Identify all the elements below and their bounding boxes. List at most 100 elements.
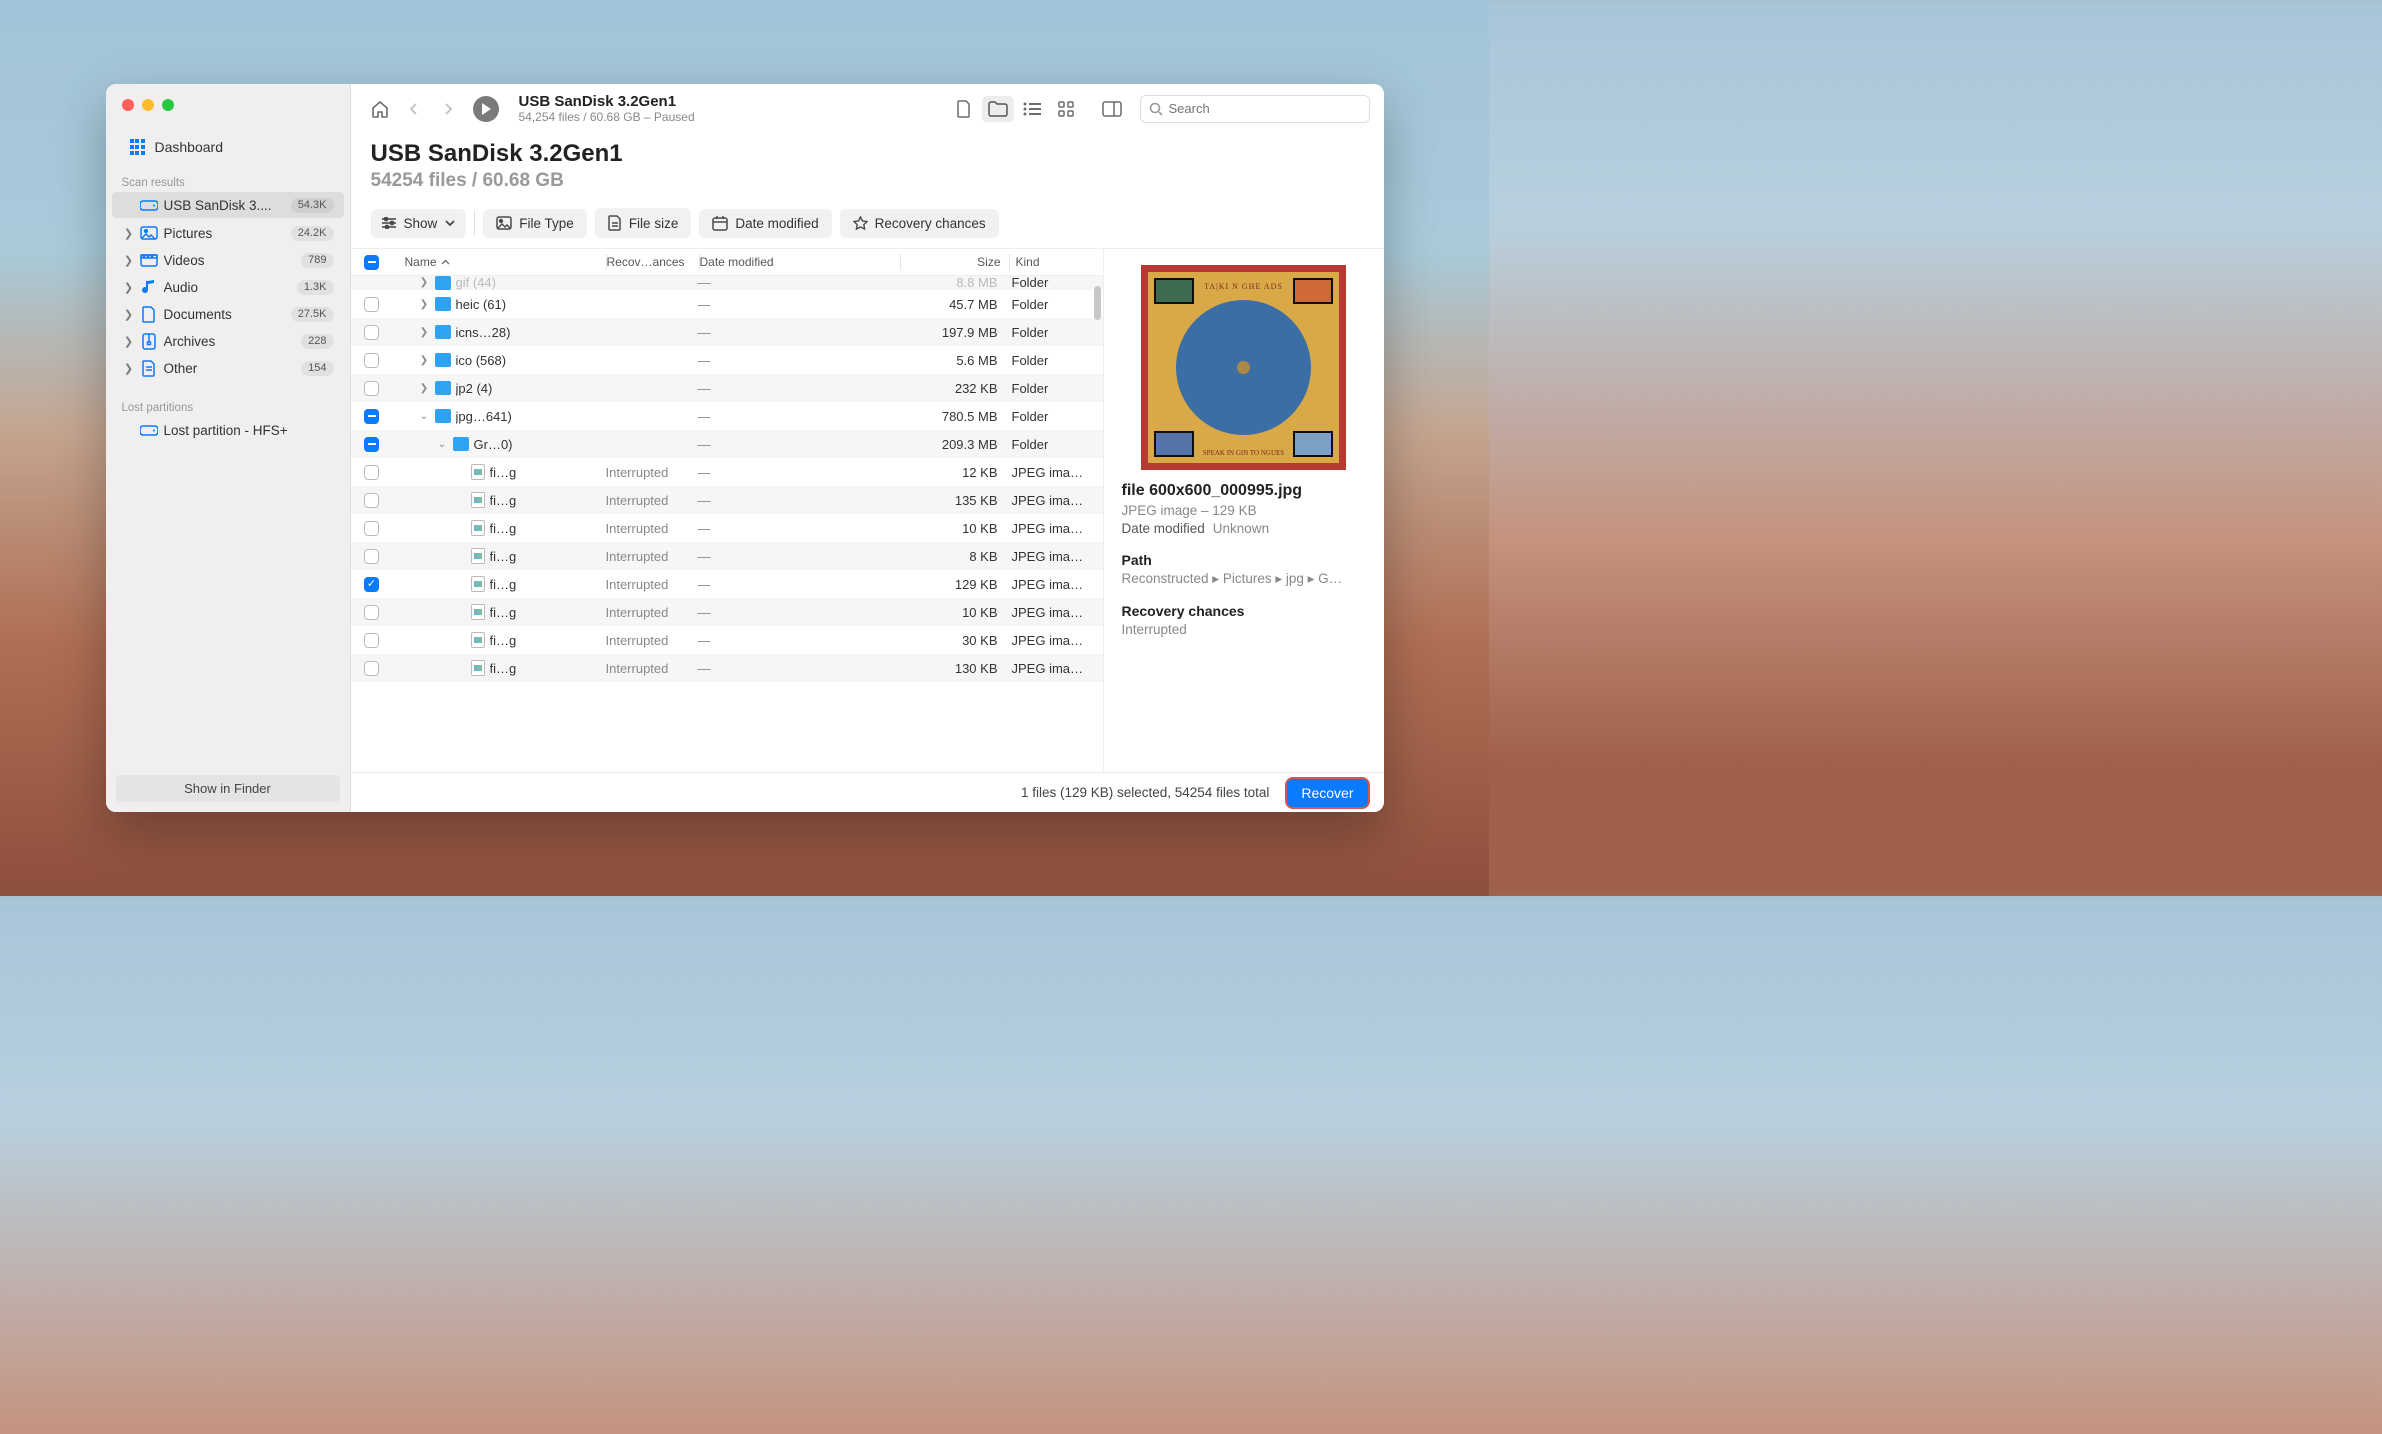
forward-button[interactable] xyxy=(433,96,463,122)
disclosure-icon[interactable]: ⌄ xyxy=(437,439,448,450)
row-recovery: Interrupted xyxy=(606,661,698,676)
row-name-cell: fi…g xyxy=(383,548,606,564)
sidebar-item-archives[interactable]: ❯ Archives 228 xyxy=(112,328,344,354)
table-row[interactable]: ❯ jp2 (4) — 232 KB Folder xyxy=(351,374,1103,402)
minimize-icon[interactable] xyxy=(142,99,154,111)
table-row[interactable]: ⌄ Gr…0) — 209.3 MB Folder xyxy=(351,430,1103,458)
search-field[interactable] xyxy=(1140,95,1370,123)
column-kind[interactable]: Kind xyxy=(1010,255,1103,269)
filter-filesize[interactable]: File size xyxy=(595,208,692,238)
row-name: heic (61) xyxy=(456,297,507,312)
sidebar-item-label: Other xyxy=(164,361,296,376)
recover-button[interactable]: Recover xyxy=(1287,779,1367,807)
view-folder-icon[interactable] xyxy=(982,96,1014,122)
scrollbar-thumb[interactable] xyxy=(1094,286,1101,320)
sidebar-item-audio[interactable]: ❯ Audio 1.3K xyxy=(112,274,344,300)
sidebar-item-pictures[interactable]: ❯ Pictures 24.2K xyxy=(112,220,344,246)
table-row[interactable]: fi…g Interrupted — 10 KB JPEG ima… xyxy=(351,514,1103,542)
row-checkbox[interactable] xyxy=(361,661,383,676)
disclosure-icon[interactable]: ❯ xyxy=(419,327,430,338)
show-filter-button[interactable]: Show xyxy=(371,209,467,238)
search-input[interactable] xyxy=(1169,101,1361,116)
column-recovery[interactable]: Recov…ances xyxy=(607,255,699,269)
table-row[interactable]: ✓ fi…g Interrupted — 129 KB JPEG ima… xyxy=(351,570,1103,598)
table-row[interactable]: ❯ heic (61) — 45.7 MB Folder xyxy=(351,290,1103,318)
row-checkbox[interactable] xyxy=(361,465,383,480)
view-file-icon[interactable] xyxy=(948,96,980,122)
row-date: — xyxy=(698,297,898,312)
table-row[interactable]: ❯ ico (568) — 5.6 MB Folder xyxy=(351,346,1103,374)
column-name[interactable]: Name xyxy=(383,255,606,269)
row-name: fi…g xyxy=(490,605,517,620)
row-checkbox[interactable] xyxy=(361,605,383,620)
table-row[interactable]: fi…g Interrupted — 135 KB JPEG ima… xyxy=(351,486,1103,514)
section-scan-results: Scan results xyxy=(106,171,350,191)
toggle-preview-pane-button[interactable] xyxy=(1096,96,1128,122)
section-lost-partitions: Lost partitions xyxy=(106,396,350,416)
selection-status: 1 files (129 KB) selected, 54254 files t… xyxy=(1021,785,1269,800)
dashboard-button[interactable]: Dashboard xyxy=(114,131,342,163)
filter-datemodified[interactable]: Date modified xyxy=(699,209,831,238)
disclosure-icon[interactable]: ❯ xyxy=(419,299,430,310)
page-title: USB SanDisk 3.2Gen1 xyxy=(371,140,1364,168)
close-icon[interactable] xyxy=(122,99,134,111)
sidebar-item-lost-partition[interactable]: Lost partition - HFS+ xyxy=(112,417,344,443)
row-size: 30 KB xyxy=(898,633,1006,648)
row-checkbox[interactable]: ✓ xyxy=(361,577,383,592)
row-checkbox[interactable] xyxy=(361,437,383,452)
zoom-icon[interactable] xyxy=(162,99,174,111)
row-size: 232 KB xyxy=(898,381,1006,396)
table-row[interactable]: fi…g Interrupted — 30 KB JPEG ima… xyxy=(351,626,1103,654)
view-list-icon[interactable] xyxy=(1016,96,1048,122)
back-button[interactable] xyxy=(399,96,429,122)
row-name-cell: ❯ icns…28) xyxy=(383,325,606,340)
disclosure-icon[interactable]: ❯ xyxy=(419,277,430,288)
row-checkbox[interactable] xyxy=(361,493,383,508)
disclosure-icon[interactable]: ❯ xyxy=(419,383,430,394)
column-date[interactable]: Date modified xyxy=(700,255,900,269)
table-row[interactable]: fi…g Interrupted — 8 KB JPEG ima… xyxy=(351,542,1103,570)
show-in-finder-button[interactable]: Show in Finder xyxy=(116,775,340,802)
sidebar-item-other[interactable]: ❯ Other 154 xyxy=(112,355,344,381)
disclosure-icon[interactable]: ❯ xyxy=(419,355,430,366)
row-name: icns…28) xyxy=(456,325,511,340)
row-checkbox[interactable] xyxy=(361,381,383,396)
table-row[interactable]: fi…g Interrupted — 10 KB JPEG ima… xyxy=(351,598,1103,626)
row-checkbox[interactable] xyxy=(361,633,383,648)
row-name-cell: fi…g xyxy=(383,604,606,620)
table-row[interactable]: ⌄ jpg…641) — 780.5 MB Folder xyxy=(351,402,1103,430)
play-resume-button[interactable] xyxy=(473,96,499,122)
chevron-right-icon: ❯ xyxy=(124,254,134,267)
row-checkbox[interactable] xyxy=(361,549,383,564)
table-body[interactable]: ❯ gif (44) — 8.8 MB Folder ❯ heic (61) —… xyxy=(351,276,1103,772)
row-date: — xyxy=(698,437,898,452)
table-row[interactable]: ❯ icns…28) — 197.9 MB Folder xyxy=(351,318,1103,346)
header-checkbox[interactable] xyxy=(361,255,383,270)
view-grid-icon[interactable] xyxy=(1050,96,1082,122)
sidebar-badge: 24.2K xyxy=(291,226,334,241)
row-checkbox[interactable] xyxy=(361,325,383,340)
row-checkbox[interactable] xyxy=(361,409,383,424)
home-button[interactable] xyxy=(365,96,395,122)
row-checkbox[interactable] xyxy=(361,297,383,312)
table-row[interactable]: fi…g Interrupted — 130 KB JPEG ima… xyxy=(351,654,1103,682)
disclosure-icon[interactable]: ⌄ xyxy=(419,411,430,422)
sidebar-item-documents[interactable]: ❯ Documents 27.5K xyxy=(112,301,344,327)
filter-filetype[interactable]: File Type xyxy=(483,209,587,238)
sidebar-item-device[interactable]: USB SanDisk 3.... 54.3K xyxy=(112,192,344,218)
row-name-cell: ❯ jp2 (4) xyxy=(383,381,606,396)
table-row[interactable]: ❯ gif (44) — 8.8 MB Folder xyxy=(351,276,1103,290)
row-checkbox[interactable] xyxy=(361,353,383,368)
jpeg-icon xyxy=(471,576,485,592)
chip-label: Date modified xyxy=(735,216,818,231)
row-kind: Folder xyxy=(1006,437,1103,452)
sidebar-item-videos[interactable]: ❯ Videos 789 xyxy=(112,247,344,273)
chip-label: File size xyxy=(629,216,679,231)
row-size: 130 KB xyxy=(898,661,1006,676)
search-icon xyxy=(1149,102,1163,116)
row-checkbox[interactable] xyxy=(361,521,383,536)
row-kind: JPEG ima… xyxy=(1006,493,1103,508)
filter-recoverychances[interactable]: Recovery chances xyxy=(840,209,999,238)
table-row[interactable]: fi…g Interrupted — 12 KB JPEG ima… xyxy=(351,458,1103,486)
column-size[interactable]: Size xyxy=(901,255,1009,269)
